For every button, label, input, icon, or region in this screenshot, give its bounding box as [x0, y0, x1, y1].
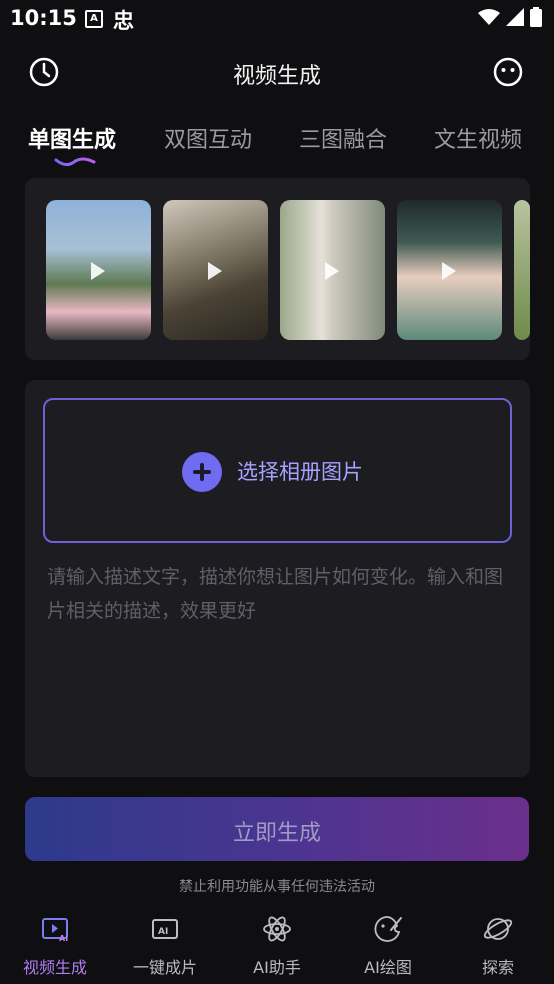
video-ai-icon: AI: [42, 918, 68, 943]
page-title: 视频生成: [232, 64, 321, 89]
nav-item-ai-drawing[interactable]: AI绘图: [333, 906, 443, 984]
nav-label: 探索: [481, 958, 514, 977]
example-gallery: [25, 178, 530, 360]
generate-now-label: 立即生成: [232, 821, 321, 846]
tab-triple-image[interactable]: 三图融合: [299, 122, 387, 154]
play-icon: [91, 262, 105, 280]
notification-app-icon: 忠: [113, 9, 134, 33]
nav-item-explore[interactable]: 探索: [443, 906, 553, 984]
play-icon: [442, 262, 456, 280]
paint-icon: [374, 916, 402, 942]
select-album-image-label: 选择相册图片: [237, 460, 363, 484]
nav-label: 一键成片: [132, 958, 197, 977]
plus-icon: [182, 452, 222, 492]
nav-label: 视频生成: [22, 958, 87, 977]
signal-icon: [506, 8, 524, 26]
status-bar: 10:15 A 忠: [0, 0, 554, 38]
nav-label: AI绘图: [364, 958, 412, 977]
nav-item-one-click-film[interactable]: AI 一键成片: [110, 906, 220, 984]
tab-dual-image[interactable]: 双图互动: [164, 122, 252, 154]
status-indicators: [478, 7, 542, 27]
title-bar: 视频生成: [0, 48, 554, 96]
example-video-thumbnail[interactable]: [280, 200, 385, 340]
disclaimer-text: 禁止利用功能从事任何违法活动: [179, 879, 375, 895]
example-video-thumbnail[interactable]: [46, 200, 151, 340]
wifi-icon: [478, 9, 500, 25]
more-options-icon[interactable]: [492, 56, 524, 88]
mode-tabs: 单图生成 双图互动 三图融合 文生视频: [0, 118, 554, 176]
nav-item-video-generate[interactable]: AI 视频生成: [0, 906, 110, 984]
nav-item-ai-assistant[interactable]: AI助手: [222, 906, 332, 984]
example-video-thumbnail[interactable]: [514, 200, 530, 340]
svg-text:AI: AI: [59, 934, 68, 943]
planet-icon: [483, 918, 513, 940]
example-video-thumbnail[interactable]: [163, 200, 268, 340]
select-album-image-button[interactable]: 选择相册图片: [43, 398, 512, 543]
example-video-thumbnail[interactable]: [397, 200, 502, 340]
ai-film-icon: AI: [152, 919, 178, 939]
tab-text-to-video[interactable]: 文生视频: [434, 122, 522, 154]
nav-label: AI助手: [253, 958, 301, 977]
prompt-input[interactable]: 请输入描述文字，描述你想让图片如何变化。输入和图片相关的描述，效果更好: [47, 560, 509, 628]
tab-single-image[interactable]: 单图生成: [28, 122, 116, 154]
input-panel: 选择相册图片 请输入描述文字，描述你想让图片如何变化。输入和图片相关的描述，效果…: [25, 380, 530, 777]
svg-text:AI: AI: [158, 927, 168, 937]
battery-icon: [530, 7, 542, 27]
generate-now-button[interactable]: 立即生成: [25, 797, 529, 861]
play-icon: [325, 262, 339, 280]
active-tab-indicator: [54, 157, 96, 167]
atom-icon: [263, 916, 291, 942]
play-icon: [208, 262, 222, 280]
bottom-nav: AI 视频生成 AI 一键成片 AI助手 AI绘图 探索: [0, 906, 554, 984]
status-time: 10:15: [10, 6, 77, 30]
notification-a-icon: A: [85, 10, 103, 28]
